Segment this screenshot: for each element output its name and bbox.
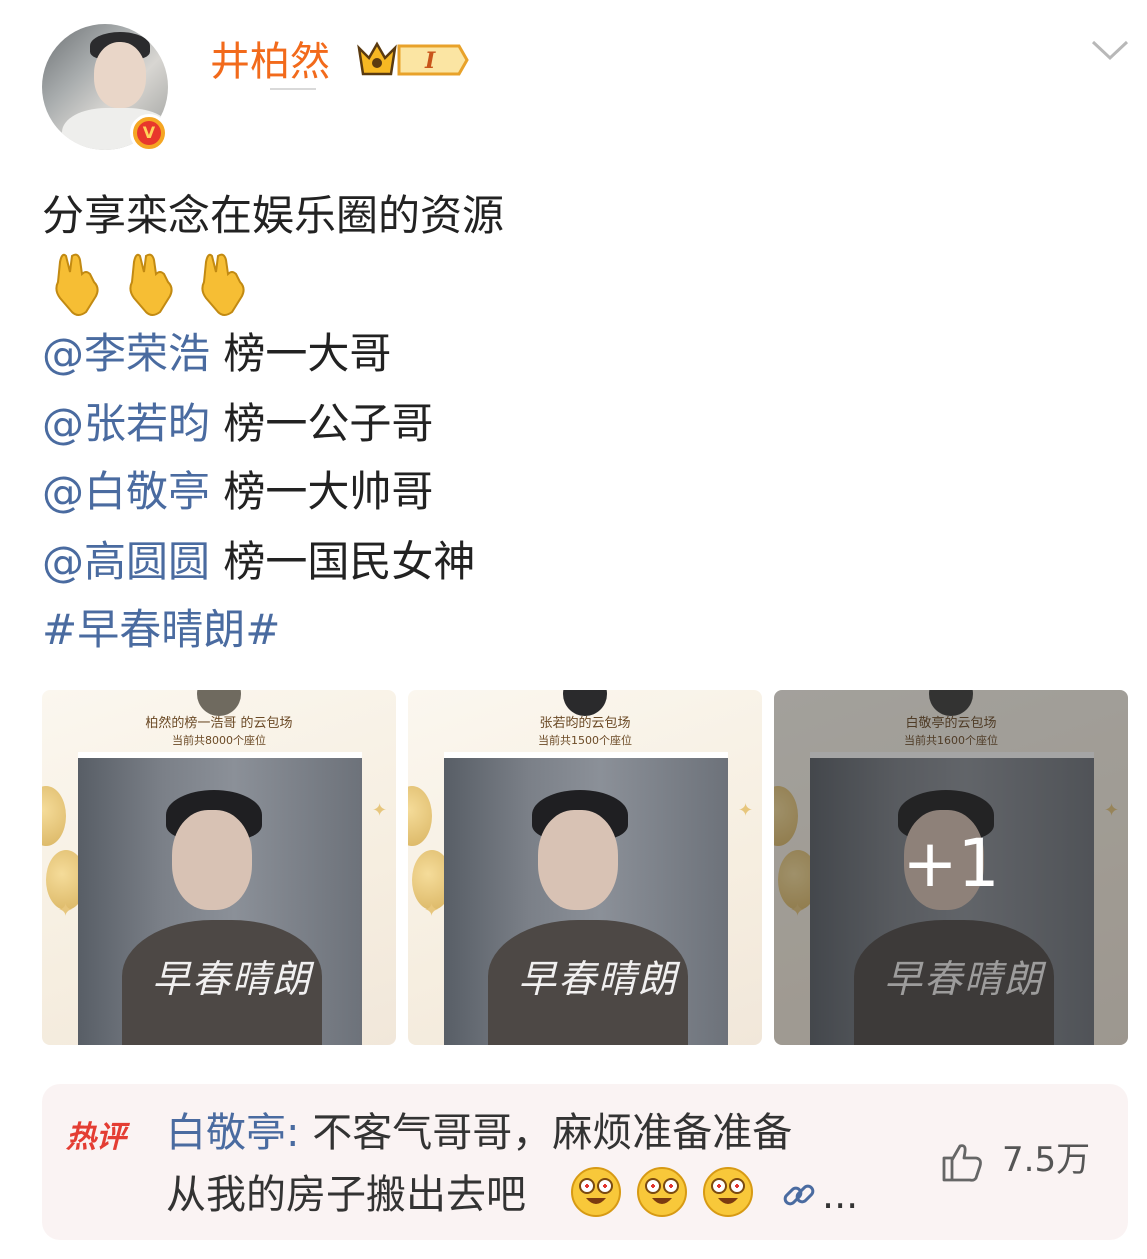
grinning-face-icon	[637, 1167, 687, 1217]
crown-level-badge-icon[interactable]: I	[355, 38, 471, 82]
image-seats: 当前共1500个座位	[538, 734, 632, 747]
comment-text: 不客气哥哥，麻烦准备准备	[312, 1110, 793, 1156]
svg-text:I: I	[424, 48, 436, 74]
mention-link[interactable]: @李荣浩	[42, 329, 210, 378]
more-images-count[interactable]: +1	[774, 824, 1128, 904]
pointing-down-icon	[201, 253, 245, 316]
post-image[interactable]: 柏然的榜一浩哥 的云包场 当前共8000个座位 ✦ ✦ 早春晴朗	[42, 690, 396, 1045]
image-title: 张若昀的云包场	[539, 716, 631, 731]
mention-line: @白敬亭 榜一大帅哥	[42, 464, 433, 520]
name-underline	[270, 88, 316, 90]
comment-author[interactable]: 白敬亭:	[166, 1110, 299, 1156]
comment-line-1: 白敬亭: 不客气哥哥，麻烦准备准备	[166, 1106, 792, 1160]
post-image[interactable]: 张若昀的云包场 当前共1500个座位 ✦ ✦ 早春晴朗	[408, 690, 762, 1045]
chevron-down-icon[interactable]	[1090, 38, 1130, 62]
post-image-more[interactable]: 白敬亭的云包场 当前共1600个座位 ✦ ✦ 早春晴朗 +1	[774, 690, 1128, 1045]
hot-comment-card[interactable]: 热评 白敬亭: 不客气哥哥，麻烦准备准备 从我的房子搬出去吧 ... 7.5万	[42, 1084, 1128, 1240]
mention-desc: 榜一大哥	[223, 329, 392, 378]
mention-line: @李荣浩 榜一大哥	[42, 326, 391, 382]
comment-line-2: 从我的房子搬出去吧	[166, 1172, 526, 1218]
mention-line: @高圆圆 榜一国民女神	[42, 534, 475, 590]
mention-link[interactable]: @白敬亭	[42, 467, 210, 516]
mention-desc: 榜一国民女神	[223, 537, 476, 586]
image-title: 柏然的榜一浩哥 的云包场	[145, 716, 293, 731]
like-count: 7.5万	[1002, 1140, 1091, 1180]
mention-line: @张若昀 榜一公子哥	[42, 396, 433, 452]
image-logo: 早春晴朗	[152, 957, 313, 1001]
hot-comment-tag: 热评	[66, 1120, 126, 1155]
grinning-face-icon	[703, 1167, 753, 1217]
link-icon[interactable]	[780, 1176, 818, 1214]
mention-desc: 榜一大帅哥	[223, 467, 434, 516]
pointing-down-icon	[55, 253, 99, 316]
mention-desc: 榜一公子哥	[223, 399, 434, 448]
mention-link[interactable]: @高圆圆	[42, 537, 210, 586]
verified-badge-icon: V	[130, 114, 168, 152]
author-name[interactable]: 井柏然	[210, 36, 330, 88]
grinning-face-icon	[571, 1167, 621, 1217]
thumbs-up-icon[interactable]	[940, 1140, 984, 1184]
hashtag-link[interactable]: #早春晴朗#	[42, 602, 280, 658]
post-intro-text: 分享栾念在娱乐圈的资源	[42, 191, 505, 240]
comment-ellipsis: ...	[822, 1173, 859, 1217]
mention-link[interactable]: @张若昀	[42, 399, 210, 448]
image-seats: 当前共8000个座位	[172, 734, 266, 747]
pointing-down-icon	[129, 253, 173, 316]
image-logo: 早春晴朗	[518, 957, 679, 1001]
